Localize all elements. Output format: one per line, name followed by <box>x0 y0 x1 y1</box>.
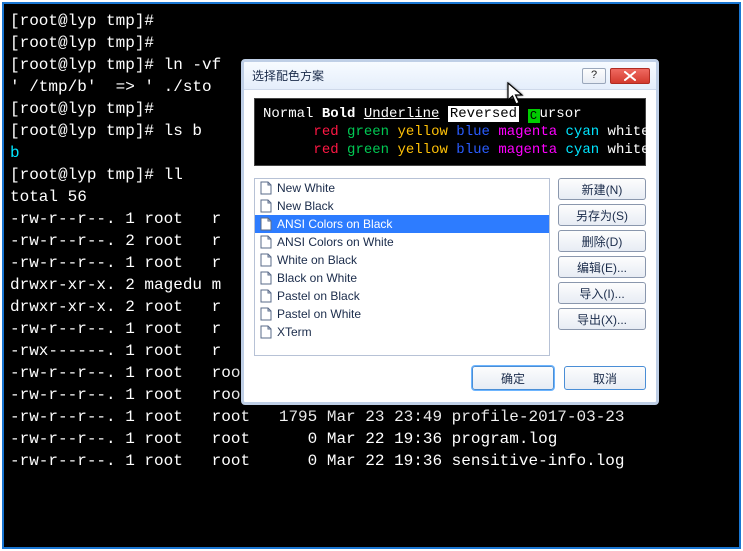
scheme-item[interactable]: XTerm <box>255 323 549 341</box>
dialog-footer: 确定 取消 <box>244 362 656 402</box>
new-button[interactable]: 新建(N) <box>558 178 646 200</box>
scheme-item-label: Pastel on Black <box>277 289 360 303</box>
dialog-titlebar[interactable]: 选择配色方案 ? <box>244 62 656 90</box>
saveas-button[interactable]: 另存为(S) <box>558 204 646 226</box>
import-button[interactable]: 导入(I)... <box>558 282 646 304</box>
color-scheme-dialog: 选择配色方案 ? Normal Bold Underline Reversed … <box>241 59 659 405</box>
scheme-item[interactable]: ANSI Colors on White <box>255 233 549 251</box>
scheme-item-label: ANSI Colors on Black <box>277 217 392 231</box>
scheme-file-icon <box>259 271 273 285</box>
scheme-listbox[interactable]: New White New Black ANSI Colors on Black AN… <box>254 178 550 356</box>
close-icon <box>624 71 636 81</box>
dialog-body: New White New Black ANSI Colors on Black AN… <box>244 174 656 362</box>
scheme-item[interactable]: New Black <box>255 197 549 215</box>
screenshot-frame: { "terminal": { "prompt": "[root@lyp tmp… <box>2 2 741 549</box>
scheme-item-label: Black on White <box>277 271 357 285</box>
scheme-item-label: White on Black <box>277 253 357 267</box>
ok-button[interactable]: 确定 <box>472 366 554 390</box>
scheme-file-icon <box>259 253 273 267</box>
scheme-item-label: New White <box>277 181 335 195</box>
cancel-button[interactable]: 取消 <box>564 366 646 390</box>
export-button[interactable]: 导出(X)... <box>558 308 646 330</box>
edit-button[interactable]: 编辑(E)... <box>558 256 646 278</box>
scheme-item[interactable]: Pastel on Black <box>255 287 549 305</box>
dialog-side-buttons: 新建(N) 另存为(S) 删除(D) 编辑(E)... 导入(I)... 导出(X)... <box>558 178 646 356</box>
delete-button[interactable]: 删除(D) <box>558 230 646 252</box>
scheme-file-icon <box>259 181 273 195</box>
scheme-file-icon <box>259 289 273 303</box>
scheme-file-icon <box>259 325 273 339</box>
dialog-title: 选择配色方案 <box>252 67 578 84</box>
help-button[interactable]: ? <box>582 68 606 84</box>
scheme-item[interactable]: New White <box>255 179 549 197</box>
scheme-item-label: ANSI Colors on White <box>277 235 394 249</box>
scheme-file-icon <box>259 235 273 249</box>
scheme-file-icon <box>259 217 273 231</box>
scheme-item[interactable]: Black on White <box>255 269 549 287</box>
color-preview-panel: Normal Bold Underline Reversed Cursor re… <box>254 98 646 166</box>
scheme-item-label: XTerm <box>277 325 312 339</box>
scheme-item[interactable]: ANSI Colors on Black <box>255 215 549 233</box>
scheme-item-label: Pastel on White <box>277 307 361 321</box>
scheme-item[interactable]: Pastel on White <box>255 305 549 323</box>
close-button[interactable] <box>610 68 650 84</box>
scheme-file-icon <box>259 199 273 213</box>
scheme-item[interactable]: White on Black <box>255 251 549 269</box>
scheme-file-icon <box>259 307 273 321</box>
scheme-item-label: New Black <box>277 199 334 213</box>
